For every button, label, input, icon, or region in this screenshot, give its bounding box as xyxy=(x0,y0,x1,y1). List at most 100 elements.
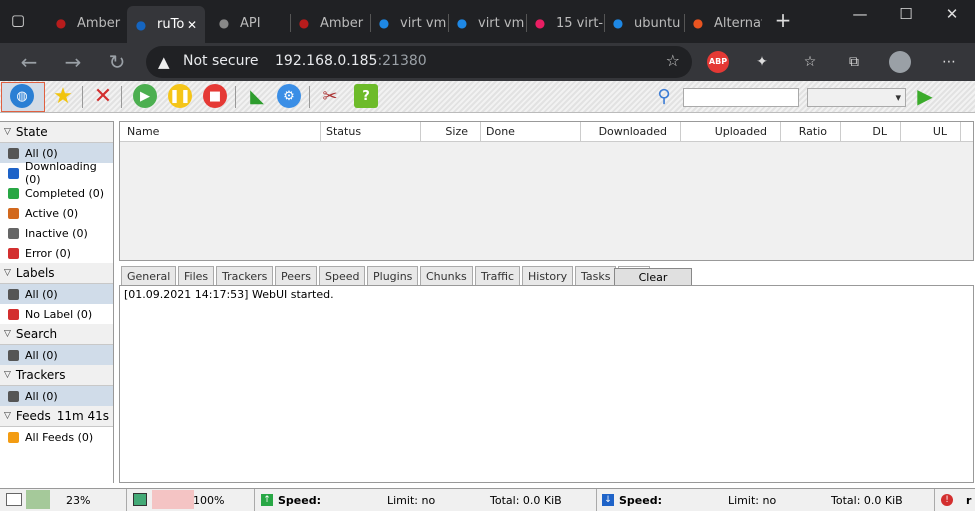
toolbar-divider xyxy=(82,86,83,108)
panel-tab[interactable]: History xyxy=(522,266,574,286)
browser-tab[interactable]: ● Alternat xyxy=(690,8,762,38)
adblock-icon[interactable]: ABP xyxy=(707,51,729,73)
tab-actions-icon[interactable]: ▢ xyxy=(8,10,28,30)
star-icon[interactable]: ★ xyxy=(51,84,75,109)
panel-tab[interactable]: Peers xyxy=(275,266,318,286)
column-divider[interactable] xyxy=(580,122,581,141)
browser-tab-title: virt vm xyxy=(478,15,525,31)
amber-icon: ● xyxy=(298,16,310,30)
column-header[interactable]: Done xyxy=(486,125,515,138)
toolbar-divider xyxy=(309,86,310,108)
column-header[interactable]: Uploaded xyxy=(715,125,767,138)
pause-icon[interactable]: ❚❚ xyxy=(168,84,192,108)
column-divider[interactable] xyxy=(840,122,841,141)
sidebar-header-search[interactable]: ▽ Search xyxy=(0,324,113,345)
sidebar-header-trackers[interactable]: ▽ Trackers xyxy=(0,365,113,386)
start-icon[interactable]: ▶ xyxy=(133,84,157,108)
column-header[interactable]: Size xyxy=(445,125,468,138)
column-divider[interactable] xyxy=(680,122,681,141)
sidebar-item-state[interactable]: Inactive (0) xyxy=(0,223,113,243)
browser-tab-strip: ▢ ●Amber C●ruTo✕●API●Amber●virt vm●virt … xyxy=(0,0,975,43)
globe-icon[interactable]: ◍ xyxy=(10,84,34,108)
favorites-icon[interactable]: ☆ xyxy=(799,51,821,73)
url-bar[interactable]: ▲ Not secure 192.168.0.185:21380 ☆ xyxy=(146,46,692,78)
minimize-button[interactable]: — xyxy=(845,4,875,24)
browser-tab[interactable]: ● virt vm xyxy=(454,8,526,38)
sidebar-header-state[interactable]: ▽ State xyxy=(0,122,113,143)
panel-tab[interactable]: Plugins xyxy=(367,266,419,286)
remove-icon[interactable]: ✕ xyxy=(91,84,115,109)
forward-button[interactable]: → xyxy=(60,49,86,75)
panel-tab[interactable]: Chunks xyxy=(420,266,473,286)
collapse-icon[interactable]: ▽ xyxy=(4,370,11,380)
rss-icon[interactable]: ◣ xyxy=(245,84,269,108)
settings-more-icon[interactable]: ⋯ xyxy=(938,51,960,73)
column-divider[interactable] xyxy=(900,122,901,141)
extensions-icon[interactable]: ✦ xyxy=(751,51,773,73)
column-divider[interactable] xyxy=(320,122,321,141)
browser-tab[interactable]: ● ruTo ✕ xyxy=(127,6,205,43)
sidebar-item-search[interactable]: All (0) xyxy=(0,345,113,365)
sidebar-item-labels[interactable]: All (0) xyxy=(0,284,113,304)
reload-button[interactable]: ↻ xyxy=(104,49,130,75)
new-tab-button[interactable]: + xyxy=(768,10,798,30)
sidebar-item-labels[interactable]: No Label (0) xyxy=(0,304,113,324)
search-icon[interactable]: ⚲ xyxy=(652,84,676,108)
sidebar-item-state[interactable]: Downloading (0) xyxy=(0,160,113,186)
status-divider xyxy=(934,489,935,511)
sidebar-item-trackers[interactable]: All (0) xyxy=(0,386,113,406)
maximize-button[interactable]: ☐ xyxy=(891,4,921,24)
search-input[interactable] xyxy=(683,88,799,107)
sidebar-item-state[interactable]: Error (0) xyxy=(0,243,113,263)
collapse-icon[interactable]: ▽ xyxy=(4,268,11,278)
browser-tab[interactable]: ● ubuntu xyxy=(610,8,682,38)
back-button[interactable]: ← xyxy=(16,49,42,75)
stop-icon[interactable]: ■ xyxy=(203,84,227,108)
column-header[interactable]: Name xyxy=(127,125,159,138)
sidebar-header-feeds[interactable]: ▽ Feeds 11m 41s xyxy=(0,406,113,427)
column-header[interactable]: DL xyxy=(872,125,887,138)
browser-tab[interactable]: ● Amber C xyxy=(53,8,125,38)
panel-tab[interactable]: Trackers xyxy=(216,266,274,286)
help-icon[interactable]: ? xyxy=(354,84,378,108)
column-divider[interactable] xyxy=(960,122,961,141)
sidebar-item-feeds[interactable]: All Feeds (0) xyxy=(0,427,113,447)
column-header[interactable]: Ratio xyxy=(799,125,827,138)
sidebar-header-labels[interactable]: ▽ Labels xyxy=(0,263,113,284)
column-divider[interactable] xyxy=(480,122,481,141)
browser-tab[interactable]: ● 15 virt-i xyxy=(532,8,604,38)
panel-tab[interactable]: General xyxy=(121,266,177,286)
play-icon[interactable]: ▶ xyxy=(913,84,937,108)
security-label[interactable]: Not secure xyxy=(183,53,259,69)
profile-avatar[interactable] xyxy=(889,51,911,73)
column-header[interactable]: Status xyxy=(326,125,361,138)
browser-tab[interactable]: ● API xyxy=(216,8,288,38)
download-limit: Limit: no xyxy=(728,494,777,507)
column-header[interactable]: UL xyxy=(933,125,947,138)
close-tab-icon[interactable]: ✕ xyxy=(187,18,197,32)
sidebar-item-state[interactable]: Active (0) xyxy=(0,203,113,223)
panel-tab[interactable]: Tasks xyxy=(575,266,617,286)
browser-tab[interactable]: ● virt vm xyxy=(376,8,448,38)
alert-icon[interactable]: ! xyxy=(941,494,953,506)
warning-icon[interactable]: ▲ xyxy=(158,53,170,71)
all-icon xyxy=(8,288,19,300)
settings-icon[interactable]: ⚙ xyxy=(277,84,301,108)
panel-tab[interactable]: Traffic xyxy=(475,266,521,286)
collections-icon[interactable]: ⧉ xyxy=(843,51,865,73)
collapse-icon[interactable]: ▽ xyxy=(4,411,11,421)
amber-icon: ● xyxy=(55,16,67,30)
close-window-button[interactable]: ✕ xyxy=(937,4,967,24)
browser-tab[interactable]: ● Amber xyxy=(296,8,368,38)
search-engine-select[interactable]: ▾ xyxy=(807,88,906,107)
column-divider[interactable] xyxy=(780,122,781,141)
column-divider[interactable] xyxy=(420,122,421,141)
panel-tab[interactable]: Files xyxy=(178,266,215,286)
collapse-icon[interactable]: ▽ xyxy=(4,329,11,339)
tools-icon[interactable]: ✂ xyxy=(318,84,342,108)
column-header[interactable]: Downloaded xyxy=(599,125,667,138)
panel-tab[interactable]: Speed xyxy=(319,266,366,286)
sidebar-item-state[interactable]: Completed (0) xyxy=(0,183,113,203)
collapse-icon[interactable]: ▽ xyxy=(4,127,11,137)
add-favorite-icon[interactable]: ☆ xyxy=(666,51,680,70)
